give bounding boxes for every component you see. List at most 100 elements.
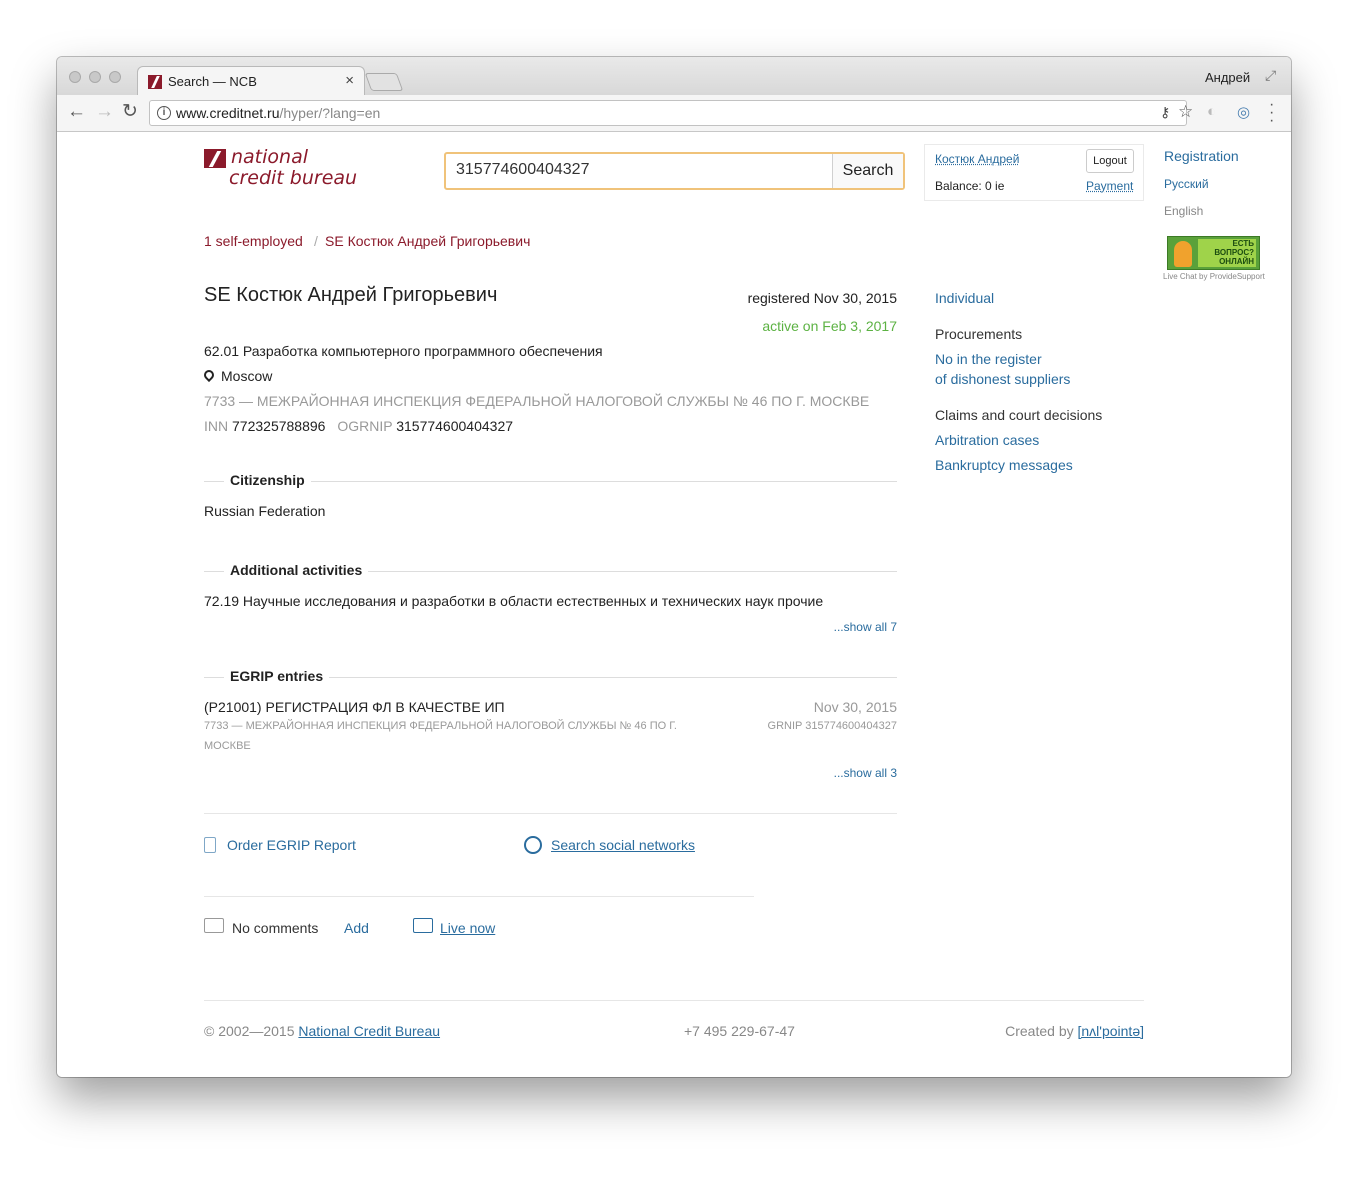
- extension-shield-icon[interactable]: ◎: [1237, 103, 1250, 121]
- egrip-entry-date: Nov 30, 2015: [813, 699, 897, 715]
- fullscreen-icon[interactable]: ⤢: [1265, 67, 1276, 84]
- bookmark-star-icon[interactable]: ☆: [1178, 102, 1193, 122]
- logout-button[interactable]: Logout: [1086, 149, 1134, 173]
- live-chat-badge[interactable]: ЕСТЬ ВОПРОС? ОНЛАЙН: [1167, 236, 1260, 270]
- logo-line1: national: [231, 146, 309, 168]
- page-title: SE Костюк Андрей Григорьевич: [204, 284, 498, 306]
- footer-divider: [204, 1000, 1144, 1001]
- breadcrumb-item-current[interactable]: SE Костюк Андрей Григорьевич: [325, 233, 530, 249]
- tax-office: 7733 — МЕЖРАЙОННАЯ ИНСПЕКЦИЯ ФЕДЕРАЛЬНОЙ…: [204, 393, 870, 409]
- created-by-text: Created by: [1005, 1023, 1074, 1039]
- additional-activities-title: Additional activities: [224, 562, 369, 578]
- title-bar: Search — NCB × Андрей ⤢: [57, 57, 1291, 96]
- sidebar-item-register-2[interactable]: of dishonest suppliers: [935, 371, 1070, 387]
- extension-icon[interactable]: ◐: [1207, 103, 1216, 120]
- account-box: Костюк Андрей Logout Balance: 0 ie Payme…: [924, 144, 1144, 201]
- url-text[interactable]: www.creditnet.ru/hyper/?lang=en: [176, 105, 380, 121]
- lang-english-current: English: [1164, 204, 1204, 218]
- ogrnip-label: OGRNIP: [337, 418, 393, 434]
- chat-bubble-icon: [413, 918, 433, 933]
- show-all-activities-link[interactable]: ...show all 7: [834, 620, 897, 634]
- breadcrumb-item-category[interactable]: 1 self-employed: [204, 233, 303, 249]
- logo-line2: credit bureau: [229, 167, 358, 189]
- ncb-favicon-icon: [148, 75, 162, 89]
- citizenship-section-header: Citizenship: [204, 472, 897, 492]
- ogrnip-value: 315774600404327: [396, 418, 514, 434]
- search-social-link[interactable]: Search social networks: [551, 837, 695, 853]
- egrip-entry-office-2: МОСКВЕ: [204, 740, 251, 752]
- menu-dots-icon[interactable]: · · ·: [1269, 97, 1274, 129]
- search-form: Search: [444, 152, 905, 190]
- inn-label: INN: [204, 418, 229, 434]
- divider: [204, 813, 897, 814]
- company-link[interactable]: National Credit Bureau: [298, 1023, 440, 1039]
- key-icon[interactable]: ⚷: [1160, 104, 1170, 121]
- egrip-title: EGRIP entries: [224, 668, 330, 684]
- footer-copyright: © 2002—2015 National Credit Bureau: [204, 1023, 440, 1039]
- browser-toolbar: ← → ↻ i www.creditnet.ru/hyper/?lang=en …: [57, 95, 1291, 132]
- support-person-icon: [1174, 241, 1192, 267]
- sidebar-heading-claims: Claims and court decisions: [935, 407, 1103, 423]
- minimize-window-button[interactable]: [89, 71, 101, 83]
- main-activity: 62.01 Разработка компьютерного программн…: [204, 343, 603, 359]
- comment-icon: [204, 918, 224, 933]
- registration-link[interactable]: Registration: [1164, 148, 1239, 164]
- inn-value: 772325788896: [232, 418, 326, 434]
- search-input[interactable]: [456, 161, 816, 179]
- tab-close-icon[interactable]: ×: [345, 72, 354, 89]
- status-badge: active on Feb 3, 2017: [762, 318, 897, 334]
- sidebar-item-register[interactable]: No in the register: [935, 351, 1042, 367]
- close-window-button[interactable]: [69, 71, 81, 83]
- account-name-link[interactable]: Костюк Андрей: [935, 152, 1019, 166]
- footer-phone: +7 495 229-67-47: [684, 1023, 795, 1039]
- browser-tab[interactable]: Search — NCB ×: [137, 66, 365, 96]
- order-report-link[interactable]: Order EGRIP Report: [227, 837, 356, 853]
- additional-activities-section-header: Additional activities: [204, 562, 897, 582]
- egrip-entry-office-1: 7733 — МЕЖРАЙОННАЯ ИНСПЕКЦИЯ ФЕДЕРАЛЬНОЙ…: [204, 720, 677, 732]
- location: Moscow: [201, 367, 273, 384]
- ncb-logo[interactable]: national credit bureau: [204, 146, 374, 191]
- identifiers: INN 772325788896 OGRNIP 315774600404327: [204, 418, 513, 434]
- chat-badge-text: ЕСТЬ ВОПРОС? ОНЛАЙН: [1198, 239, 1256, 267]
- creator-link[interactable]: [nʌl'pointə]: [1078, 1023, 1145, 1039]
- document-icon: [204, 837, 216, 853]
- sidebar-item-individual[interactable]: Individual: [935, 290, 994, 306]
- footer-created-by: Created by [nʌl'pointə]: [1005, 1023, 1144, 1039]
- forward-arrow-icon[interactable]: →: [95, 102, 114, 122]
- location-pin-icon: [201, 367, 217, 383]
- profile-name[interactable]: Андрей: [1205, 70, 1250, 85]
- lang-russian-link[interactable]: Русский: [1164, 177, 1209, 191]
- egrip-entry-grnip: GRNIP 315774600404327: [767, 720, 897, 732]
- back-arrow-icon[interactable]: ←: [67, 102, 86, 122]
- reload-icon[interactable]: ↻: [122, 102, 138, 122]
- search-button[interactable]: Search: [832, 154, 903, 188]
- page-content: national credit bureau Search Костюк Анд…: [57, 132, 1291, 1077]
- live-now-link[interactable]: Live now: [440, 920, 495, 936]
- zoom-window-button[interactable]: [109, 71, 121, 83]
- globe-search-icon: [524, 836, 542, 854]
- breadcrumb-separator: /: [314, 233, 318, 249]
- address-bar[interactable]: i www.creditnet.ru/hyper/?lang=en ⚷ ☆: [149, 100, 1193, 126]
- registered-date: registered Nov 30, 2015: [747, 290, 897, 306]
- ncb-logo-icon: [204, 149, 226, 168]
- sidebar-heading-procurements: Procurements: [935, 326, 1023, 342]
- no-comments-text: No comments: [232, 920, 319, 936]
- sidebar-item-bankruptcy[interactable]: Bankruptcy messages: [935, 457, 1073, 473]
- tab-title: Search — NCB: [168, 74, 257, 89]
- show-all-egrip-link[interactable]: ...show all 3: [834, 766, 897, 780]
- payment-link[interactable]: Payment: [1086, 179, 1133, 193]
- balance-text: Balance: 0 ie: [935, 179, 1005, 193]
- new-tab-button[interactable]: [364, 73, 404, 91]
- copyright-text: © 2002—2015: [204, 1023, 295, 1039]
- sidebar-item-arbitration[interactable]: Arbitration cases: [935, 432, 1039, 448]
- city-name: Moscow: [221, 368, 273, 384]
- egrip-entry-title: (Р21001) РЕГИСТРАЦИЯ ФЛ В КАЧЕСТВЕ ИП: [204, 699, 505, 715]
- citizenship-value: Russian Federation: [204, 503, 326, 519]
- divider: [204, 896, 754, 897]
- citizenship-title: Citizenship: [224, 472, 311, 488]
- egrip-section-header: EGRIP entries: [204, 668, 897, 688]
- info-icon[interactable]: i: [157, 106, 171, 120]
- browser-window: Search — NCB × Андрей ⤢ ← → ↻ i www.cred…: [57, 57, 1291, 1077]
- additional-activity: 72.19 Научные исследования и разработки …: [204, 593, 824, 609]
- add-comment-link[interactable]: Add: [344, 920, 369, 936]
